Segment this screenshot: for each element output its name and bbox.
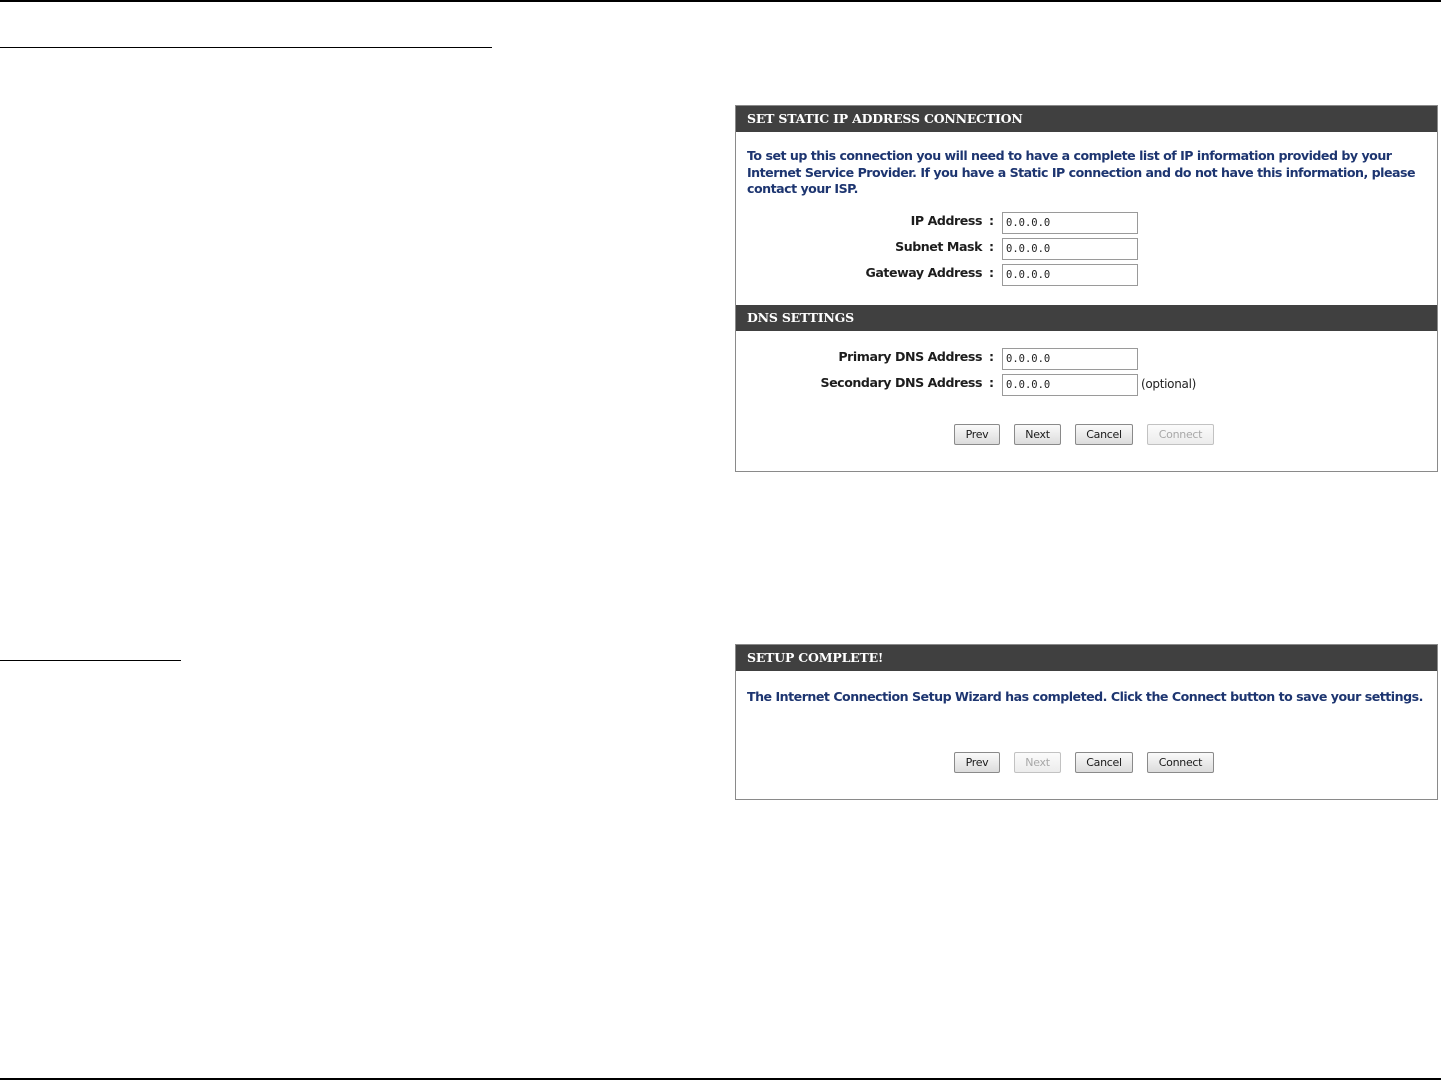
- static-ip-header: SET STATIC IP ADDRESS CONNECTION: [736, 106, 1437, 132]
- subnet-mask-input[interactable]: 0.0.0.0: [1002, 238, 1138, 260]
- gateway-address-label: Gateway Address: [865, 265, 982, 280]
- static-ip-intro: To set up this connection you will need …: [747, 148, 1416, 196]
- gateway-address-row: Gateway Address : 0.0.0.0: [736, 264, 1437, 288]
- secondary-dns-input[interactable]: 0.0.0.0: [1002, 374, 1138, 396]
- cancel-button[interactable]: Cancel: [1075, 752, 1133, 773]
- primary-dns-input[interactable]: 0.0.0.0: [1002, 348, 1138, 370]
- dns-settings-header: DNS SETTINGS: [736, 305, 1437, 331]
- setup-complete-header: SETUP COMPLETE!: [736, 645, 1437, 671]
- ip-address-label: IP Address: [910, 213, 983, 228]
- page-bottom-rule: [0, 1078, 1441, 1080]
- connect-button-disabled: Connect: [1147, 424, 1214, 445]
- static-ip-button-row: Prev Next Cancel Connect: [736, 424, 1437, 446]
- prev-button[interactable]: Prev: [954, 424, 1000, 445]
- secondary-dns-label: Secondary DNS Address: [820, 375, 982, 390]
- ip-address-row: IP Address : 0.0.0.0: [736, 212, 1437, 236]
- connect-button[interactable]: Connect: [1147, 752, 1214, 773]
- secondary-dns-optional-hint: (optional): [1141, 377, 1196, 391]
- static-ip-panel: SET STATIC IP ADDRESS CONNECTION To set …: [735, 105, 1438, 472]
- ip-address-input[interactable]: 0.0.0.0: [1002, 212, 1138, 234]
- next-button-disabled: Next: [1014, 752, 1061, 773]
- primary-dns-label: Primary DNS Address: [838, 349, 982, 364]
- setup-complete-panel: SETUP COMPLETE! The Internet Connection …: [735, 644, 1438, 800]
- cancel-button[interactable]: Cancel: [1075, 424, 1133, 445]
- gateway-address-input[interactable]: 0.0.0.0: [1002, 264, 1138, 286]
- section-heading-underline-2: [0, 660, 181, 661]
- setup-complete-message: The Internet Connection Setup Wizard has…: [747, 689, 1423, 704]
- primary-dns-colon: :: [989, 349, 995, 364]
- subnet-mask-colon: :: [989, 239, 995, 254]
- section-heading-underline: [0, 47, 492, 48]
- subnet-mask-row: Subnet Mask : 0.0.0.0: [736, 238, 1437, 262]
- gateway-address-colon: :: [989, 265, 995, 280]
- prev-button[interactable]: Prev: [954, 752, 1000, 773]
- next-button[interactable]: Next: [1014, 424, 1061, 445]
- ip-address-colon: :: [989, 213, 995, 228]
- setup-complete-button-row: Prev Next Cancel Connect: [736, 752, 1437, 774]
- subnet-mask-label: Subnet Mask: [895, 239, 982, 254]
- page-top-rule: [0, 0, 1441, 2]
- secondary-dns-colon: :: [989, 375, 995, 390]
- primary-dns-row: Primary DNS Address : 0.0.0.0: [736, 348, 1437, 372]
- secondary-dns-row: Secondary DNS Address : 0.0.0.0 (optiona…: [736, 374, 1437, 398]
